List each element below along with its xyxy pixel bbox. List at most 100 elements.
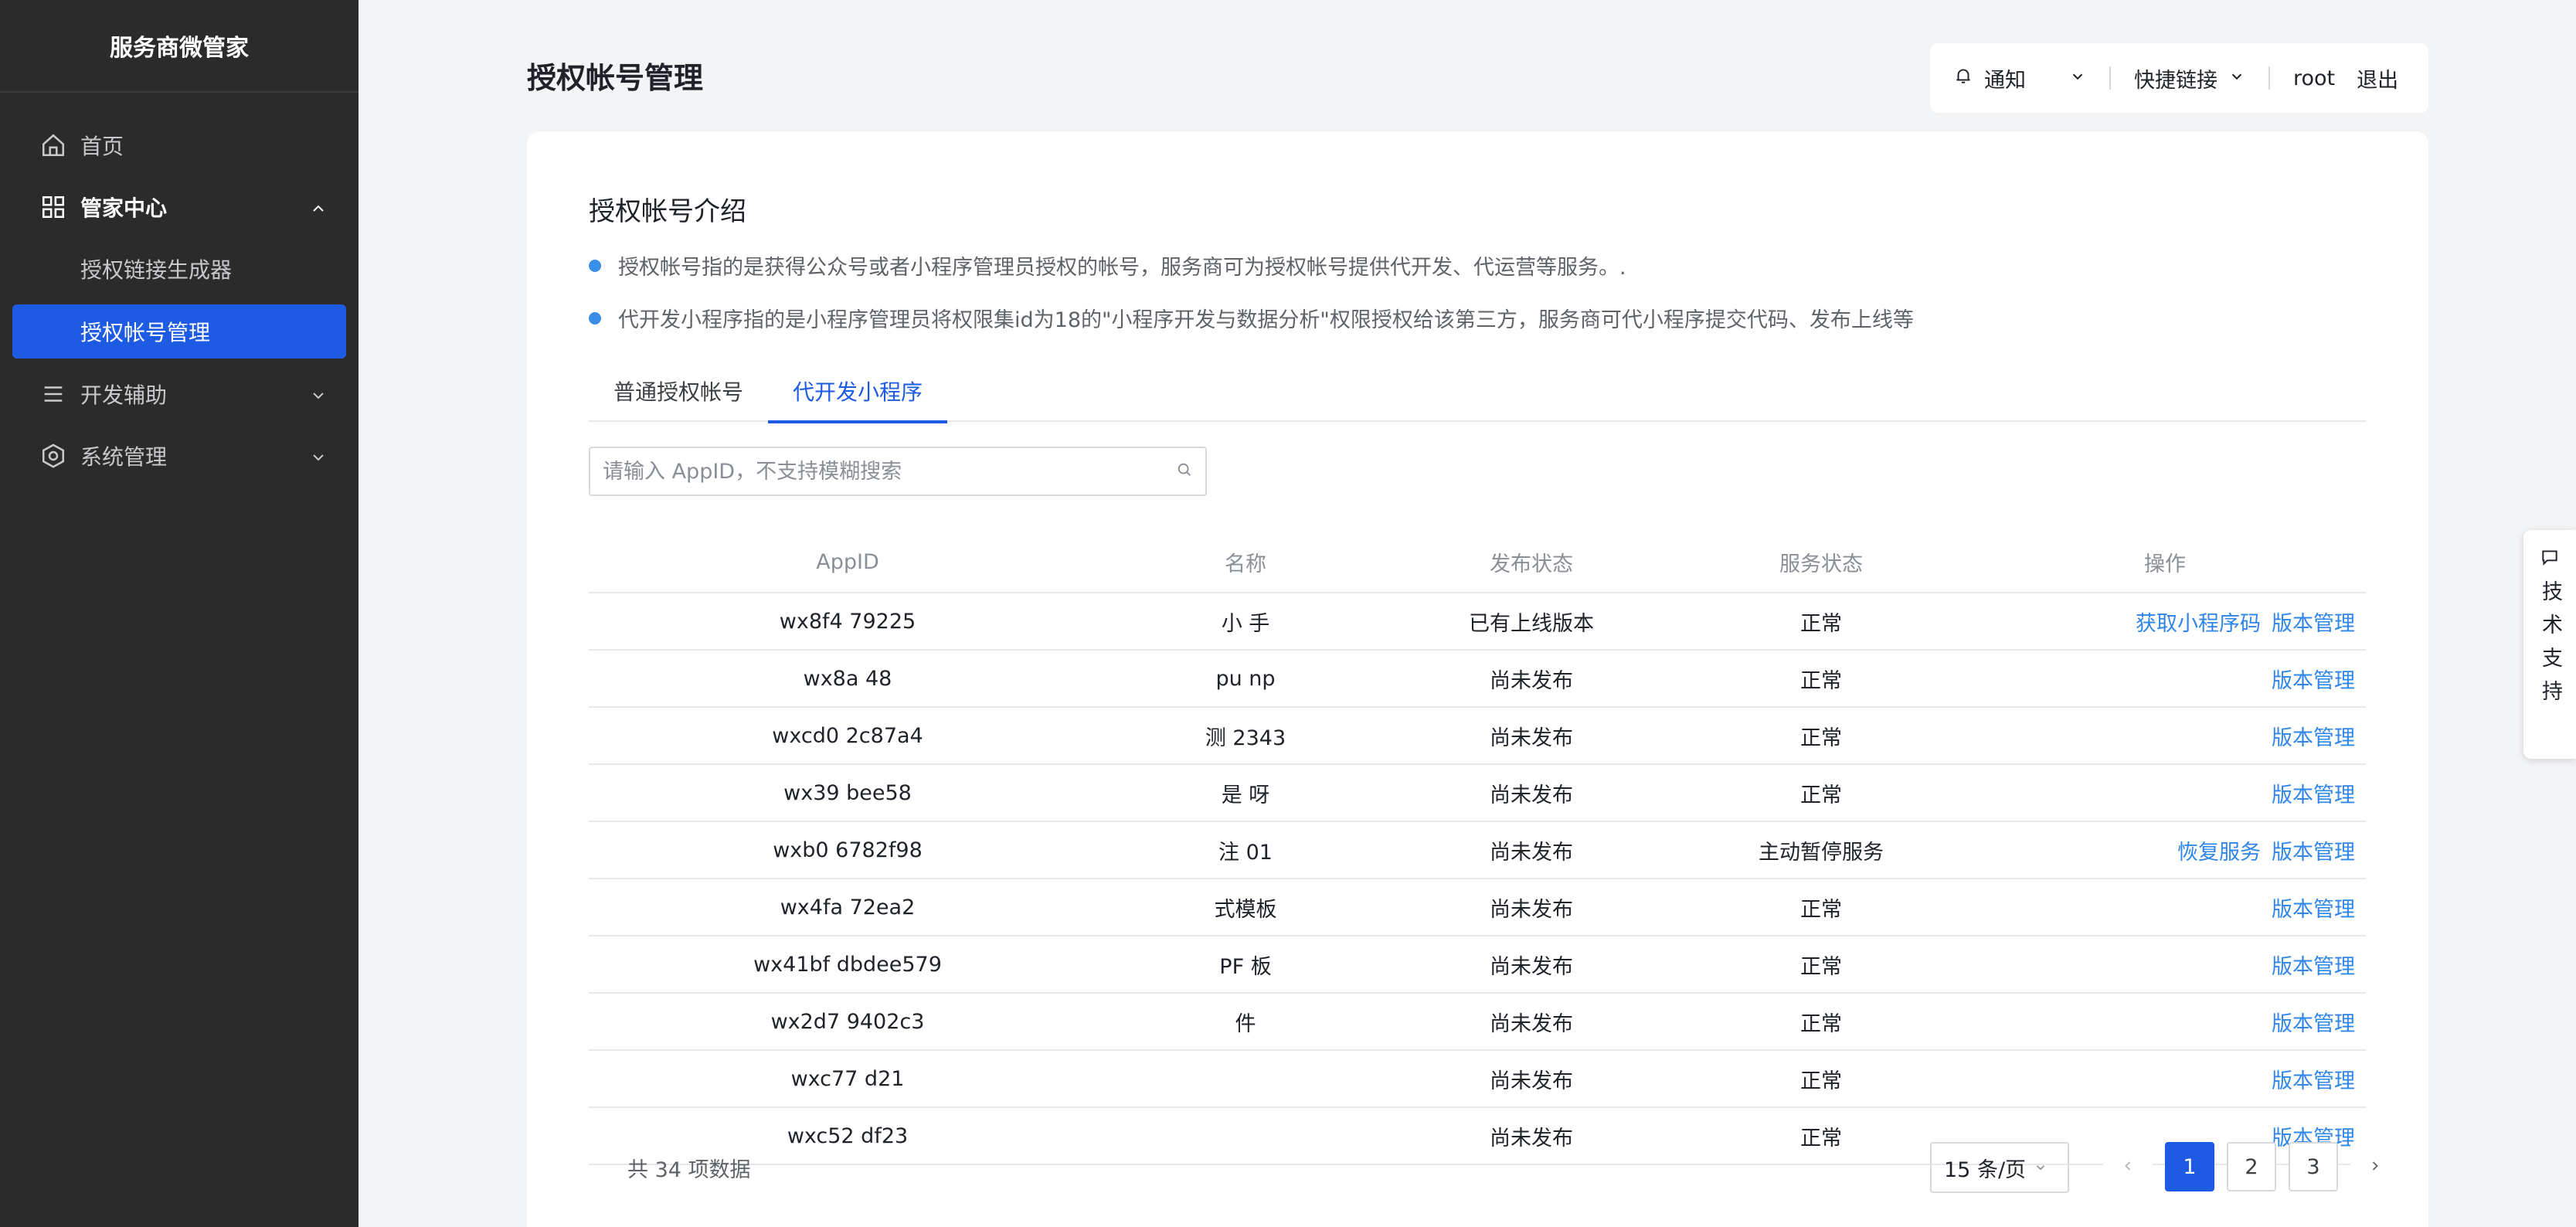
cell-name: 式模板 <box>1214 897 1277 922</box>
cell-publish-status: 已有上线版本 <box>1469 611 1594 636</box>
sidebar-item-system-management[interactable]: 系统管理 <box>0 425 359 487</box>
cell-actions: 版本管理 <box>1964 778 2366 808</box>
cell-appid: wxc77 d21 <box>790 1066 905 1091</box>
home-icon <box>40 132 66 158</box>
cell-appid: wx8a 48 <box>803 666 892 691</box>
tab-dev-miniprogram[interactable]: 代开发小程序 <box>768 360 948 423</box>
total-count: 共 34 项数据 <box>627 1158 751 1182</box>
page-size-select[interactable]: 15 条/页 <box>1930 1142 2069 1193</box>
tech-support-text: 技术支持 <box>2538 580 2562 713</box>
account-table: AppID 名称 发布状态 服务状态 操作 wx8f4 79225 小 手 已有… <box>589 532 2366 1165</box>
cell-actions: 版本管理 <box>1964 721 2366 751</box>
table-row: wx39 bee58 是 呀 尚未发布 正常 版本管理 <box>589 765 2366 822</box>
cell-name: PF 板 <box>1219 954 1272 979</box>
version-management-link[interactable]: 版本管理 <box>2272 1007 2355 1037</box>
intro-bullet: 授权帐号指的是获得公众号或者小程序管理员授权的帐号，服务商可为授权帐号提供代开发… <box>589 250 1626 280</box>
chevron-down-icon <box>2069 66 2086 90</box>
cell-publish-status: 尚未发布 <box>1490 897 1573 922</box>
cell-service-status: 正常 <box>1800 1011 1842 1036</box>
cell-appid: wx4fa 72ea2 <box>780 895 916 919</box>
tech-support-label: 技术支持 <box>2534 580 2566 713</box>
sidebar-item-home[interactable]: 首页 <box>0 114 359 176</box>
page-button-1[interactable]: 1 <box>2165 1142 2214 1191</box>
prev-page-button[interactable] <box>2103 1142 2153 1191</box>
table-row: wx8f4 79225 小 手 已有上线版本 正常 获取小程序码 版本管理 <box>589 593 2366 651</box>
cell-actions: 版本管理 <box>1964 664 2366 694</box>
column-header-service-status: 服务状态 <box>1779 552 1863 576</box>
sidebar-item-label: 授权链接生成器 <box>80 257 233 283</box>
resume-service-link[interactable]: 恢复服务 <box>2177 835 2261 865</box>
cell-publish-status: 尚未发布 <box>1490 726 1573 750</box>
sidebar-item-label: 首页 <box>80 134 124 159</box>
logout-button[interactable]: 退出 <box>2357 63 2398 93</box>
cell-publish-status: 尚未发布 <box>1490 840 1573 865</box>
table-row: wx41bf dbdee579 PF 板 尚未发布 正常 版本管理 <box>589 936 2366 994</box>
cell-service-status: 正常 <box>1800 783 1842 807</box>
cell-actions: 获取小程序码 版本管理 <box>1964 607 2366 637</box>
chevron-down-icon <box>309 447 328 465</box>
chevron-down-icon <box>309 385 328 403</box>
table-row: wxb0 6782f98 注 01 尚未发布 主动暂停服务 恢复服务 版本管理 <box>589 822 2366 879</box>
table-row: wx2d7 9402c3 件 尚未发布 正常 版本管理 <box>589 994 2366 1051</box>
version-management-link[interactable]: 版本管理 <box>2272 778 2355 808</box>
cell-service-status: 主动暂停服务 <box>1759 840 1884 865</box>
version-management-link[interactable]: 版本管理 <box>2272 607 2355 637</box>
bullet-dot <box>589 311 601 325</box>
table-header: AppID 名称 发布状态 服务状态 操作 <box>589 532 2366 593</box>
user-name[interactable]: root <box>2293 66 2335 90</box>
sidebar-item-label: 开发辅助 <box>80 382 168 408</box>
version-management-link[interactable]: 版本管理 <box>2272 835 2355 865</box>
quicklink-dropdown[interactable]: 快捷链接 <box>2134 63 2245 93</box>
notice-dropdown[interactable]: 通知 <box>1953 63 2086 93</box>
sidebar-item-butler-center[interactable]: 管家中心 <box>0 176 359 238</box>
intro-title: 授权帐号介绍 <box>589 196 746 227</box>
table-row: wxc77 d21 尚未发布 正常 版本管理 <box>589 1051 2366 1108</box>
sidebar: 服务商微管家 首页 管家中心 授权链接生成器 授权帐号管理 开发辅助 系统管理 <box>0 0 359 1227</box>
chevron-up-icon <box>309 198 328 216</box>
page-button-3[interactable]: 3 <box>2289 1142 2338 1191</box>
cell-service-status: 正常 <box>1800 668 1842 693</box>
quicklink-label: 快捷链接 <box>2134 68 2217 93</box>
hexagon-gear-icon <box>40 443 66 469</box>
chevron-down-icon <box>2228 66 2245 90</box>
chevron-right-icon <box>2367 1155 2383 1179</box>
sidebar-nav: 首页 管家中心 授权链接生成器 授权帐号管理 开发辅助 系统管理 <box>0 93 359 487</box>
version-management-link[interactable]: 版本管理 <box>2272 664 2355 694</box>
cell-publish-status: 尚未发布 <box>1490 1011 1573 1036</box>
search-icon[interactable] <box>1176 461 1193 481</box>
appid-search-input[interactable] <box>603 459 1176 484</box>
cell-publish-status: 尚未发布 <box>1490 954 1573 979</box>
cell-service-status: 正常 <box>1800 611 1842 636</box>
sidebar-item-auth-account-management[interactable]: 授权帐号管理 <box>12 304 346 359</box>
sidebar-item-label: 授权帐号管理 <box>80 320 211 345</box>
page-title: 授权帐号管理 <box>527 61 704 95</box>
sidebar-item-label: 管家中心 <box>80 195 168 221</box>
version-management-link[interactable]: 版本管理 <box>2272 950 2355 980</box>
version-management-link[interactable]: 版本管理 <box>2272 892 2355 923</box>
table-footer: 共 34 项数据 15 条/页 1 2 3 <box>589 1136 2400 1198</box>
cell-appid: wx41bf dbdee579 <box>753 952 942 977</box>
tab-normal-auth-account[interactable]: 普通授权帐号 <box>589 360 768 422</box>
cell-actions: 版本管理 <box>1964 1064 2366 1094</box>
chevron-left-icon <box>2120 1155 2136 1179</box>
cell-publish-status: 尚未发布 <box>1490 668 1573 693</box>
sidebar-item-auth-link-generator[interactable]: 授权链接生成器 <box>0 238 359 300</box>
cell-publish-status: 尚未发布 <box>1490 1069 1573 1093</box>
cell-appid: wx39 bee58 <box>783 780 912 805</box>
chat-icon <box>2540 547 2560 573</box>
sidebar-item-dev-assist[interactable]: 开发辅助 <box>0 363 359 425</box>
list-icon <box>40 381 66 407</box>
version-management-link[interactable]: 版本管理 <box>2272 721 2355 751</box>
cell-appid: wx8f4 79225 <box>779 609 916 634</box>
column-header-publish-status: 发布状态 <box>1490 552 1573 576</box>
cell-actions: 版本管理 <box>1964 892 2366 923</box>
cell-service-status: 正常 <box>1800 726 1842 750</box>
cell-name: pu np <box>1215 666 1276 691</box>
tech-support-button[interactable]: 技术支持 <box>2523 530 2576 759</box>
intro-bullet-text: 代开发小程序指的是小程序管理员将权限集id为18的"小程序开发与数据分析"权限授… <box>618 308 1914 332</box>
page-button-2[interactable]: 2 <box>2227 1142 2276 1191</box>
version-management-link[interactable]: 版本管理 <box>2272 1064 2355 1094</box>
get-qrcode-link[interactable]: 获取小程序码 <box>2136 607 2261 637</box>
next-page-button[interactable] <box>2350 1142 2400 1191</box>
grid-icon <box>40 194 66 220</box>
